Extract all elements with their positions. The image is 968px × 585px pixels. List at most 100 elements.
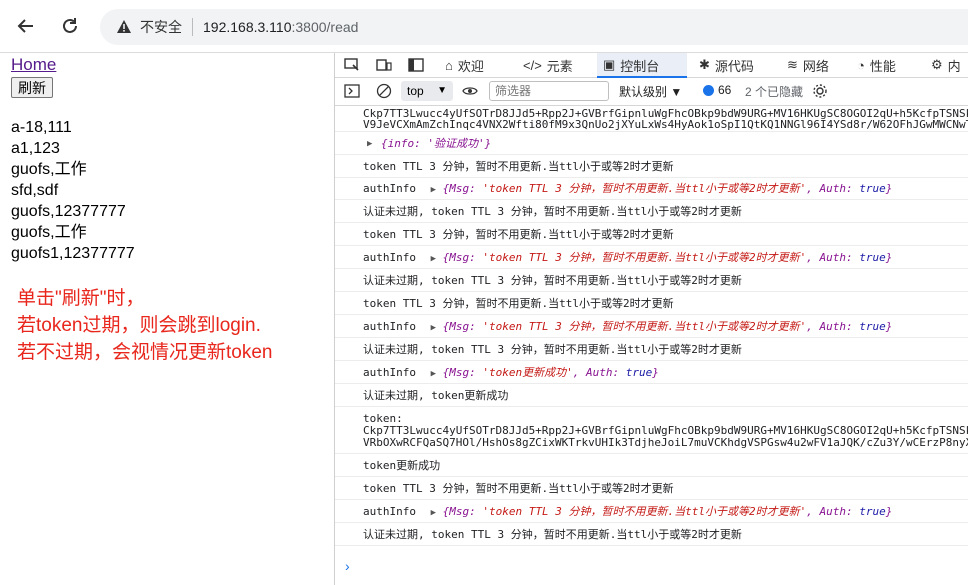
tab-elements[interactable]: </> 元素 <box>523 53 573 77</box>
log-text: VRbOXwRCFQaSQ7HOl/HshOs8gZCixWKTrkvUHIk3… <box>363 436 968 449</box>
log-text: token更新成功 <box>363 459 441 472</box>
console-prompt-icon[interactable]: › <box>345 558 350 574</box>
reload-icon[interactable] <box>54 10 86 42</box>
log-label: authInfo <box>363 320 416 333</box>
inspect-icon[interactable] <box>343 57 361 73</box>
note-line: 若token过期，则会跳到login. <box>17 315 261 336</box>
list-item: sfd,sdf <box>11 182 59 199</box>
console-message[interactable]: authInfo ▶ {Msg: 'token TTL 3 分钟，暂时不用更新.… <box>335 316 968 338</box>
tab-performance[interactable]: ◔ 性能 <box>857 53 896 77</box>
log-text: token TTL 3 分钟，暂时不用更新.当ttl小于或等2时才更新 <box>363 228 674 241</box>
log-object: {info: '验证成功'} <box>381 137 492 150</box>
list-item: a-18,111 <box>11 119 72 136</box>
message-count[interactable]: 66 <box>703 83 731 97</box>
expand-triangle-icon: ▶ <box>430 508 437 518</box>
message-count-value: 66 <box>718 83 732 97</box>
expand-triangle-icon: ▶ <box>430 185 437 195</box>
log-object: {Msg: 'token TTL 3 分钟，暂时不用更新.当ttl小于或等2时才… <box>442 505 893 518</box>
tab-more[interactable]: ⚙ 内 <box>931 53 961 77</box>
tab-label: 网络 <box>802 58 829 74</box>
expand-triangle-icon: ▶ <box>430 254 437 264</box>
url-host: 192.168.3.110 <box>203 19 292 35</box>
console-message[interactable]: authInfo ▶ {Msg: 'token TTL 3 分钟，暂时不用更新.… <box>335 501 968 523</box>
tab-welcome[interactable]: ⌂ 欢迎 <box>445 53 484 77</box>
console-message[interactable]: ▶ {info: '验证成功'} <box>335 133 968 155</box>
expand-triangle-icon: ▶ <box>430 323 437 333</box>
home-link[interactable]: Home <box>11 55 56 75</box>
gauge-icon: ◔ <box>857 57 865 73</box>
log-object: {Msg: 'token TTL 3 分钟，暂时不用更新.当ttl小于或等2时才… <box>442 182 893 195</box>
devtools-tabbar: ⌂ 欢迎 </> 元素 ▣ 控制台 ✱ 源代码 ≋ 网络 ◔ 性能 ⚙ 内 <box>335 53 968 78</box>
list-item: guofs,工作 <box>11 161 87 178</box>
expand-triangle-icon: ▶ <box>430 369 437 379</box>
log-label: authInfo <box>363 251 416 264</box>
hidden-count: 2 个已隐藏 <box>745 85 804 99</box>
log-text: token TTL 3 分钟，暂时不用更新.当ttl小于或等2时才更新 <box>363 160 674 173</box>
annotation-note: 单击"刷新"时， 若token过期，则会跳到login. 若不过期，会视情况更新… <box>17 285 272 366</box>
console-message: 认证未过期, token更新成功 <box>335 385 968 407</box>
panel-toggle-icon[interactable] <box>407 57 425 73</box>
tab-label: 控制台 <box>620 58 660 74</box>
settings-gear-icon[interactable] <box>811 83 829 99</box>
console-output: Ckp7TT3Lwucc4yUfSOTrD8JJd5+Rpp2J+GVBrfGi… <box>335 106 968 585</box>
console-message: 认证未过期, token TTL 3 分钟，暂时不用更新.当ttl小于或等2时才… <box>335 270 968 292</box>
refresh-button[interactable]: 刷新 <box>11 77 53 98</box>
log-label: authInfo <box>363 505 416 518</box>
console-message: Ckp7TT3Lwucc4yUfSOTrD8JJd5+Rpp2J+GVBrfGi… <box>335 106 968 132</box>
note-line: 若不过期，会视情况更新token <box>17 342 273 363</box>
console-message[interactable]: authInfo ▶ {Msg: 'token TTL 3 分钟，暂时不用更新.… <box>335 178 968 200</box>
console-message: 认证未过期, token TTL 3 分钟，暂时不用更新.当ttl小于或等2时才… <box>335 201 968 223</box>
filter-input[interactable] <box>489 81 609 101</box>
chevron-down-icon: ▼ <box>437 85 447 96</box>
log-label: authInfo <box>363 366 416 379</box>
gear-icon: ⚙ <box>931 57 943 72</box>
bug-icon: ✱ <box>699 57 710 72</box>
console-message: token更新成功 <box>335 455 968 477</box>
tab-label: 性能 <box>869 58 896 74</box>
console-message: token TTL 3 分钟，暂时不用更新.当ttl小于或等2时才更新 <box>335 293 968 315</box>
console-message: 认证未过期, token TTL 3 分钟，暂时不用更新.当ttl小于或等2时才… <box>335 524 968 546</box>
context-selector[interactable]: top ▼ <box>401 81 453 101</box>
tab-label: 元素 <box>546 58 573 74</box>
back-arrow-icon[interactable] <box>10 10 42 42</box>
data-list: a-18,111 a1,123 guofs,工作 sfd,sdf guofs,1… <box>11 117 135 264</box>
home-icon: ⌂ <box>445 57 453 73</box>
tab-network[interactable]: ≋ 网络 <box>787 53 829 77</box>
url-text: 192.168.3.110:3800/read <box>203 19 358 35</box>
log-text: token TTL 3 分钟，暂时不用更新.当ttl小于或等2时才更新 <box>363 482 674 495</box>
console-message[interactable]: authInfo ▶ {Msg: 'token TTL 3 分钟，暂时不用更新.… <box>335 247 968 269</box>
console-message: token TTL 3 分钟，暂时不用更新.当ttl小于或等2时才更新 <box>335 224 968 246</box>
log-level-dropdown[interactable]: 默认级别 ▼ <box>619 83 682 100</box>
list-item: guofs,12377777 <box>11 203 126 220</box>
tab-sources[interactable]: ✱ 源代码 <box>699 53 754 77</box>
log-object: {Msg: 'token更新成功', Auth: true} <box>442 366 659 379</box>
console-message[interactable]: authInfo ▶ {Msg: 'token更新成功', Auth: true… <box>335 362 968 384</box>
log-object: {Msg: 'token TTL 3 分钟，暂时不用更新.当ttl小于或等2时才… <box>442 251 893 264</box>
eye-icon[interactable] <box>461 83 479 99</box>
clear-console-icon[interactable] <box>375 83 393 99</box>
console-message: token: Ckp7TT3Lwucc4yUfSOTrD8JJd5+Rpp2J+… <box>335 408 968 454</box>
list-item: guofs1,12377777 <box>11 245 135 262</box>
tab-console[interactable]: ▣ 控制台 <box>597 53 687 78</box>
code-icon: </> <box>523 57 542 73</box>
message-icon <box>703 84 714 96</box>
device-icon[interactable] <box>375 57 393 73</box>
address-bar[interactable]: 不安全 192.168.3.110:3800/read <box>100 9 968 45</box>
wifi-icon: ≋ <box>787 57 798 72</box>
sidebar-toggle-icon[interactable] <box>343 83 361 99</box>
browser-toolbar: 不安全 192.168.3.110:3800/read <box>0 0 968 53</box>
log-object: {Msg: 'token TTL 3 分钟，暂时不用更新.当ttl小于或等2时才… <box>442 320 893 333</box>
log-text: 认证未过期, token TTL 3 分钟，暂时不用更新.当ttl小于或等2时才… <box>363 274 742 287</box>
log-label: authInfo <box>363 182 416 195</box>
console-toolbar: top ▼ 默认级别 ▼ 66 2 个已隐藏 <box>335 78 968 106</box>
page-viewport: Home 刷新 a-18,111 a1,123 guofs,工作 sfd,sdf… <box>0 53 335 585</box>
console-icon: ▣ <box>603 57 616 72</box>
tab-label: 内 <box>947 58 961 74</box>
log-text: 认证未过期, token TTL 3 分钟，暂时不用更新.当ttl小于或等2时才… <box>363 528 742 541</box>
console-message: token TTL 3 分钟，暂时不用更新.当ttl小于或等2时才更新 <box>335 478 968 500</box>
console-message: token TTL 3 分钟，暂时不用更新.当ttl小于或等2时才更新 <box>335 156 968 178</box>
log-text: V9JeVCXmAmZchInqc4VNX2Wfti80fM9x3QnUo2jX… <box>363 118 968 131</box>
context-value: top <box>407 84 424 98</box>
note-line: 单击"刷新"时， <box>17 288 145 309</box>
list-item: a1,123 <box>11 140 60 157</box>
